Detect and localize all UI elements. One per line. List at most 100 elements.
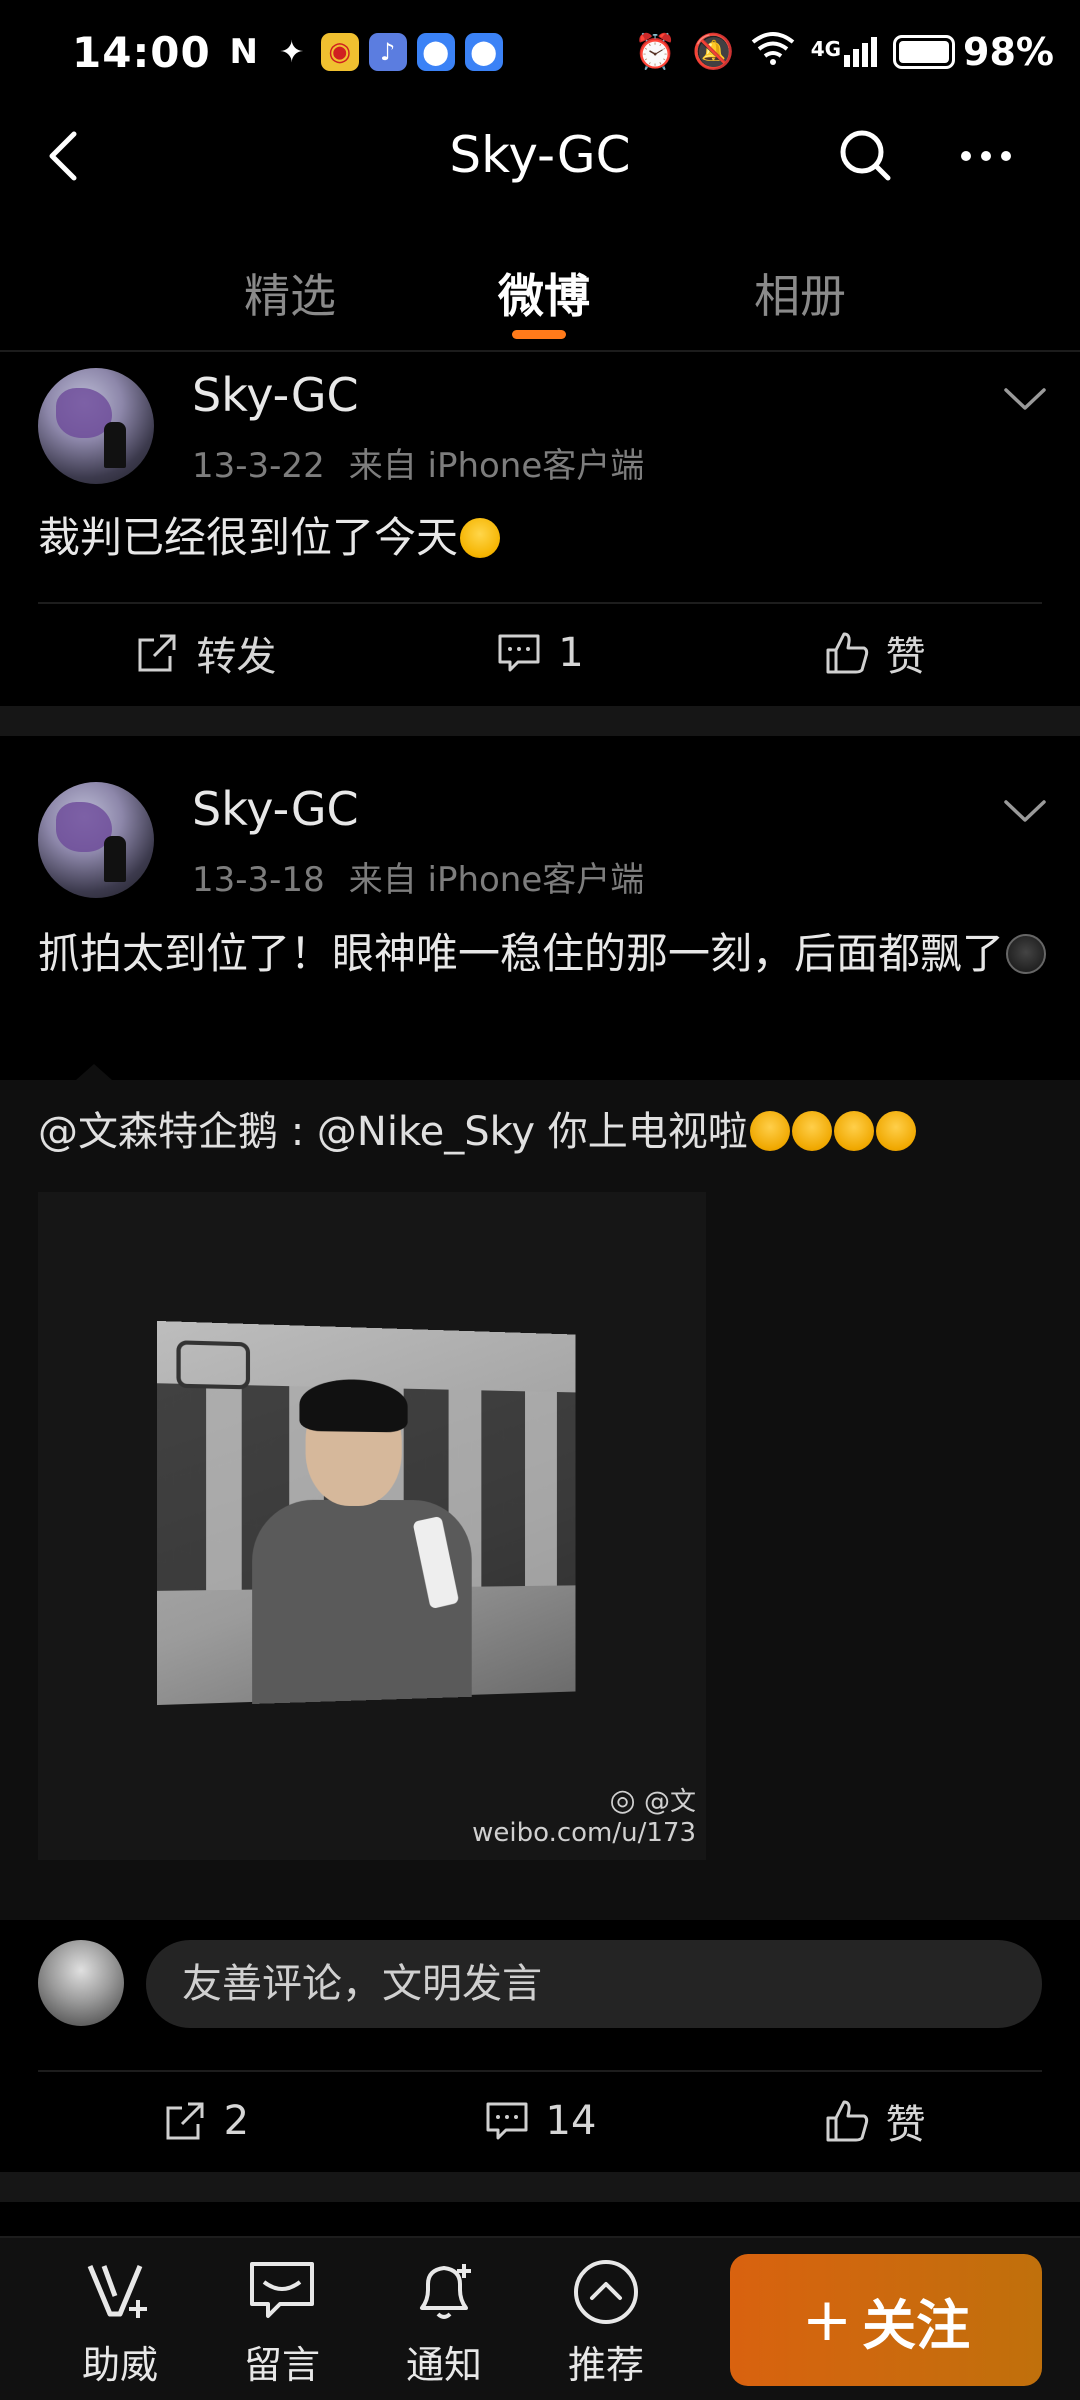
comment-button[interactable]: 14	[373, 2072, 708, 2170]
repost-label: 转发	[196, 634, 277, 680]
app-icon: ⬤	[464, 33, 503, 71]
comment-icon	[498, 634, 540, 672]
laugh-emoji-icon	[749, 1111, 790, 1151]
status-time: 14:00	[72, 27, 211, 77]
profile-tabs: 精选 微博 相册	[0, 222, 1080, 352]
nav-support[interactable]: 助威	[60, 2256, 180, 2389]
comment-button[interactable]: 1	[373, 604, 708, 702]
like-button[interactable]: 赞	[707, 2072, 1042, 2170]
reposted-content[interactable]: @文森特企鹅 : @Nike_Sky 你上电视啦 ◎ @文 weibo.com/…	[0, 1064, 1080, 1920]
network-type: 4G	[810, 37, 842, 61]
plus-icon: +	[801, 2285, 853, 2355]
tab-album[interactable]: 相册	[754, 260, 846, 326]
laugh-emoji-icon	[875, 1111, 916, 1151]
more-options-icon[interactable]	[956, 126, 1016, 186]
bottom-navigation: 助威 留言 通知 推荐 + 关注	[0, 2236, 1080, 2400]
post-username[interactable]: Sky-GC	[192, 368, 359, 422]
nav-support-label: 助威	[81, 2343, 158, 2387]
watermark-handle: @文	[643, 1787, 696, 1817]
tab-featured[interactable]: 精选	[244, 260, 336, 326]
comment-icon	[486, 2102, 528, 2140]
laugh-emoji-icon	[791, 1111, 832, 1151]
comment-count: 1	[558, 630, 584, 676]
post-date: 13-3-18	[192, 860, 325, 900]
nav-message[interactable]: 留言	[222, 2256, 342, 2389]
follow-label: 关注	[862, 2293, 971, 2357]
avatar[interactable]	[38, 368, 154, 484]
battery-icon	[893, 35, 956, 69]
active-tab-indicator	[512, 330, 566, 339]
thumbs-up-icon	[826, 632, 868, 674]
status-bar: 14:00 N ✦ ◉ ♪ ⬤ ⬤ ⏰ 🔕 4G 98%	[0, 0, 1080, 104]
nav-recommend[interactable]: 推荐	[546, 2256, 666, 2389]
post-divider	[0, 2172, 1080, 2202]
like-label: 赞	[885, 634, 926, 680]
follow-button[interactable]: + 关注	[730, 2254, 1042, 2386]
user-avatar	[38, 1940, 124, 2026]
avatar[interactable]	[38, 782, 154, 898]
chevron-down-icon[interactable]	[1000, 374, 1050, 424]
status-right: ⏰ 🔕 4G 98%	[634, 30, 1054, 75]
post-meta: 13-3-18 来自 iPhone客户端	[192, 852, 644, 901]
like-label: 赞	[885, 2102, 926, 2148]
crying-emoji-icon	[1006, 934, 1047, 974]
laugh-emoji-icon	[833, 1111, 874, 1151]
nav-recommend-label: 推荐	[567, 2343, 644, 2387]
status-app-icons: N ✦ ◉ ♪ ⬤ ⬤	[225, 32, 503, 72]
post-actions: 转发 1 赞	[38, 602, 1042, 702]
wifi-icon	[751, 30, 795, 75]
comment-input[interactable]: 友善评论，文明发言	[146, 1940, 1042, 2028]
post-divider	[0, 706, 1080, 736]
nav-notify-label: 通知	[405, 2343, 482, 2387]
post-card[interactable]: Sky-GC 13-3-22 来自 iPhone客户端 裁判已经很到位了今天 转发…	[0, 354, 1080, 706]
top-header: Sky-GC	[0, 104, 1080, 208]
thumbs-up-icon	[826, 2100, 868, 2142]
chevron-up-circle-icon	[574, 2260, 638, 2324]
repost-notch	[76, 1064, 112, 1080]
repost-icon	[166, 2102, 204, 2140]
nfc-icon: N	[229, 32, 258, 72]
chevron-down-icon[interactable]	[1000, 786, 1050, 836]
repost-button[interactable]: 2	[38, 2072, 373, 2170]
logo-graphic	[176, 1340, 251, 1390]
repost-count: 2	[223, 2098, 250, 2144]
post-text-content: 裁判已经很到位了今天	[38, 513, 459, 562]
weibo-logo-icon: ◎	[609, 1783, 636, 1818]
mute-icon: 🔕	[692, 32, 735, 72]
comment-input-row: 友善评论，文明发言	[0, 1900, 1080, 2060]
signal-icon: 4G	[810, 37, 878, 67]
post-source: 来自 iPhone客户端	[348, 860, 645, 900]
like-button[interactable]: 赞	[707, 604, 1042, 702]
comment-count: 14	[545, 2098, 597, 2144]
post-text: 裁判已经很到位了今天	[38, 506, 1050, 570]
search-icon[interactable]	[836, 126, 896, 186]
watermark-url: weibo.com/u/173	[472, 1818, 696, 1848]
post-text: 抓拍太到位了！眼神唯一稳住的那一刻，后面都飘了	[38, 922, 1050, 986]
tab-weibo[interactable]: 微博	[498, 260, 590, 326]
repost-text-content: @文森特企鹅 : @Nike_Sky 你上电视啦	[38, 1109, 748, 1155]
tv-screen-image	[157, 1320, 576, 1706]
battery-indicator: 98%	[893, 30, 1054, 74]
v-plus-icon	[87, 2265, 147, 2318]
battery-level: 98%	[963, 30, 1054, 74]
alarm-icon: ⏰	[634, 32, 677, 72]
app-icon: ⬤	[416, 33, 455, 71]
post-username[interactable]: Sky-GC	[192, 782, 359, 836]
post-date: 13-3-22	[192, 446, 325, 486]
nav-notify[interactable]: 通知	[384, 2256, 504, 2389]
post-source: 来自 iPhone客户端	[348, 446, 645, 486]
nav-message-label: 留言	[243, 2343, 320, 2387]
repost-text: @文森特企鹅 : @Nike_Sky 你上电视啦	[38, 1102, 1050, 1162]
repost-photo[interactable]: ◎ @文 weibo.com/u/173	[38, 1192, 706, 1860]
bell-plus-icon	[420, 2264, 471, 2319]
page-title: Sky-GC	[449, 126, 631, 184]
flushed-emoji-icon	[460, 518, 501, 558]
message-icon	[250, 2262, 314, 2318]
wechat-icon: ✦	[279, 34, 305, 70]
post-text-content: 抓拍太到位了！眼神唯一稳住的那一刻，后面都飘了	[38, 929, 1005, 978]
repost-icon	[138, 634, 176, 672]
photo-watermark: ◎ @文 weibo.com/u/173	[472, 1781, 696, 1848]
music-icon: ♪	[368, 33, 407, 71]
repost-button[interactable]: 转发	[38, 604, 373, 702]
post-actions: 2 14 赞	[38, 2070, 1042, 2170]
